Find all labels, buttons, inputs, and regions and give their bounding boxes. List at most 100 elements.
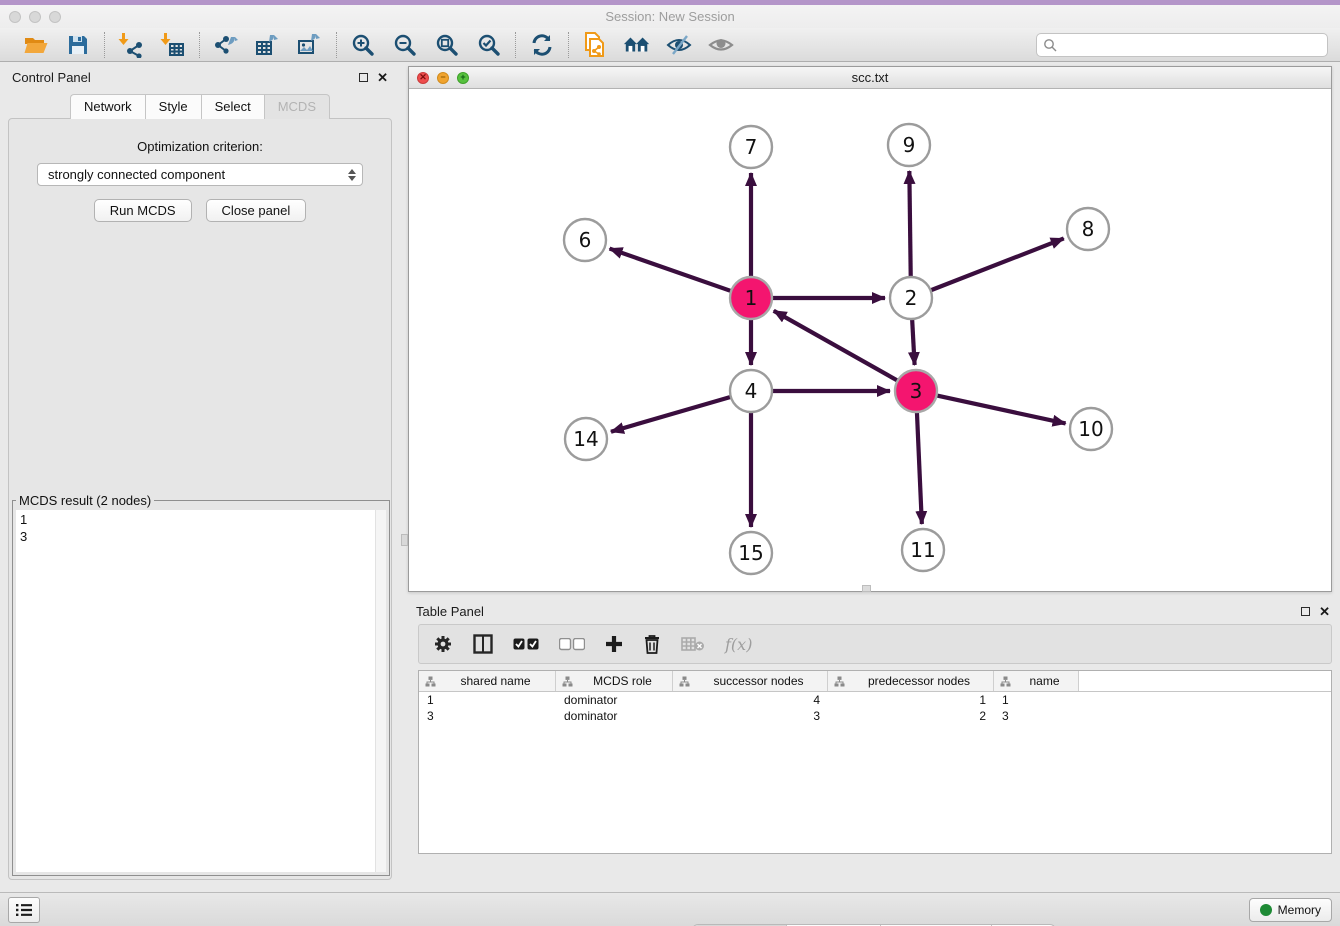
node-label-3: 3	[910, 379, 923, 403]
criterion-dropdown-value: strongly connected component	[48, 167, 348, 182]
table-row[interactable]: 1dominator411	[419, 692, 1331, 708]
node-label-9: 9	[903, 133, 916, 157]
tab-style[interactable]: Style	[145, 94, 201, 119]
zoom-out-icon[interactable]	[391, 32, 419, 58]
mcds-result-scrollbar[interactable]	[375, 510, 386, 872]
function-builder-icon: f(x)	[725, 632, 752, 656]
edge-3-1[interactable]	[774, 311, 898, 381]
column-type-icon	[679, 676, 690, 687]
close-table-panel-icon[interactable]: ✕	[1319, 607, 1330, 616]
table-cell[interactable]: 3	[994, 708, 1079, 724]
zoom-in-icon[interactable]	[349, 32, 377, 58]
node-label-15: 15	[738, 541, 763, 565]
mac-titlebar: Session: New Session	[0, 5, 1340, 28]
search-box[interactable]	[1036, 33, 1328, 57]
tab-mcds[interactable]: MCDS	[264, 94, 330, 119]
column-header-shared-name[interactable]: shared name	[419, 671, 556, 691]
column-type-icon	[562, 676, 573, 687]
mcds-result-text: 1 3	[16, 510, 375, 872]
save-session-icon[interactable]	[64, 32, 92, 58]
table-cell[interactable]: 3	[673, 708, 828, 724]
edge-3-11[interactable]	[917, 412, 922, 524]
node-table[interactable]: shared nameMCDS rolesuccessor nodesprede…	[418, 670, 1332, 854]
settings-gear-icon[interactable]	[433, 632, 453, 656]
edge-4-14[interactable]	[611, 397, 731, 432]
table-panel: Table Panel ✕	[408, 596, 1340, 926]
control-panel-title: Control Panel	[12, 70, 91, 85]
edge-3-10[interactable]	[937, 395, 1066, 423]
add-column-icon[interactable]	[605, 632, 623, 656]
table-row[interactable]: 3dominator323	[419, 708, 1331, 724]
panel-splitter-grip[interactable]	[401, 534, 408, 546]
node-label-6: 6	[579, 228, 592, 252]
criterion-dropdown[interactable]: strongly connected component	[37, 163, 363, 186]
tab-select[interactable]: Select	[201, 94, 264, 119]
column-header-name[interactable]: name	[994, 671, 1079, 691]
main-toolbar	[0, 28, 1340, 62]
delete-column-icon[interactable]	[643, 632, 661, 656]
table-cell[interactable]: 2	[828, 708, 994, 724]
network-canvas[interactable]: 1234678910111415	[409, 89, 1331, 591]
optimization-criterion-label: Optimization criterion:	[9, 139, 391, 154]
search-input[interactable]	[1057, 38, 1321, 52]
network-view-window: ✕ − + scc.txt 1234678910111415	[408, 66, 1332, 592]
select-all-icon[interactable]	[513, 632, 539, 656]
network-window-resize-grip[interactable]	[862, 585, 871, 592]
tab-network[interactable]: Network	[70, 94, 145, 119]
column-type-icon	[425, 676, 436, 687]
close-panel-icon[interactable]: ✕	[377, 73, 388, 82]
column-layout-icon[interactable]	[473, 632, 493, 656]
show-eye-icon[interactable]	[707, 32, 735, 58]
export-image-icon[interactable]	[296, 32, 324, 58]
edge-2-8[interactable]	[931, 238, 1064, 290]
table-cell[interactable]: 3	[419, 708, 556, 724]
table-panel-title: Table Panel	[416, 604, 484, 619]
float-panel-icon[interactable]	[359, 73, 368, 82]
table-cell[interactable]: 1	[828, 692, 994, 708]
deselect-all-icon[interactable]	[559, 632, 585, 656]
control-panel: Control Panel ✕ NetworkStyleSelectMCDS O…	[0, 62, 400, 886]
float-table-panel-icon[interactable]	[1301, 607, 1310, 616]
edge-1-6[interactable]	[610, 249, 732, 291]
zoom-fit-icon[interactable]	[433, 32, 461, 58]
table-toolbar: f(x)	[418, 624, 1332, 664]
table-cell[interactable]: 1	[994, 692, 1079, 708]
edge-2-3[interactable]	[912, 319, 914, 365]
node-label-1: 1	[745, 286, 758, 310]
column-header-MCDS-role[interactable]: MCDS role	[556, 671, 673, 691]
node-label-2: 2	[905, 286, 918, 310]
task-history-button[interactable]	[8, 897, 40, 923]
window-title: Session: New Session	[0, 9, 1340, 24]
home-icon[interactable]	[623, 32, 651, 58]
node-table-body: 1dominator4113dominator323	[419, 692, 1331, 724]
delete-table-icon	[681, 632, 705, 656]
node-label-11: 11	[910, 538, 935, 562]
table-cell[interactable]: 4	[673, 692, 828, 708]
dropdown-stepper-icon	[348, 169, 356, 181]
refresh-layout-icon[interactable]	[528, 32, 556, 58]
mcds-result-title: MCDS result (2 nodes)	[16, 493, 154, 508]
node-label-14: 14	[573, 427, 598, 451]
open-session-icon[interactable]	[22, 32, 50, 58]
import-table-icon[interactable]	[159, 32, 187, 58]
network-window-titlebar[interactable]: ✕ − + scc.txt	[409, 67, 1331, 89]
column-type-icon	[834, 676, 845, 687]
column-header-successor-nodes[interactable]: successor nodes	[673, 671, 828, 691]
column-header-predecessor-nodes[interactable]: predecessor nodes	[828, 671, 994, 691]
table-cell[interactable]: dominator	[556, 692, 673, 708]
hide-eye-icon[interactable]	[665, 32, 693, 58]
table-cell[interactable]: dominator	[556, 708, 673, 724]
import-network-icon[interactable]	[117, 32, 145, 58]
export-network-icon[interactable]	[212, 32, 240, 58]
node-label-4: 4	[745, 379, 758, 403]
run-mcds-button[interactable]: Run MCDS	[94, 199, 192, 222]
zoom-selected-icon[interactable]	[475, 32, 503, 58]
close-panel-button[interactable]: Close panel	[206, 199, 307, 222]
mcds-result-fieldset: MCDS result (2 nodes) 1 3	[12, 493, 390, 876]
network-window-title: scc.txt	[409, 70, 1331, 85]
edge-2-9[interactable]	[909, 171, 910, 277]
table-cell[interactable]: 1	[419, 692, 556, 708]
duplicate-network-icon[interactable]	[581, 32, 609, 58]
control-panel-tabs: NetworkStyleSelectMCDS	[0, 94, 400, 119]
export-table-icon[interactable]	[254, 32, 282, 58]
